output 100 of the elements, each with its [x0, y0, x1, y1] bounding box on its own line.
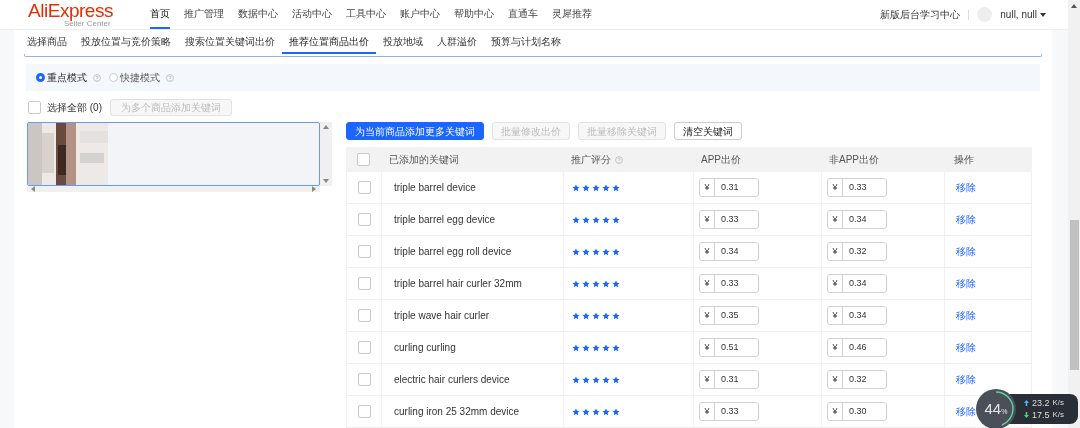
step-tab[interactable]: 人群溢价 [430, 30, 484, 54]
star-icon [582, 343, 590, 352]
checkbox[interactable] [357, 181, 371, 194]
nav-tab[interactable]: 灵犀推荐 [552, 0, 592, 29]
step-tab[interactable]: 预算与计划名称 [484, 30, 568, 54]
price-value: 0.33 [720, 404, 739, 418]
star-icon [612, 279, 620, 288]
price-field[interactable]: ¥ 0.34 [827, 210, 887, 229]
price-field[interactable]: ¥ 0.34 [827, 306, 887, 325]
help-icon [166, 73, 174, 82]
star-icon [592, 183, 600, 192]
remove-link[interactable]: 移除 [956, 340, 976, 355]
remove-link[interactable]: 移除 [956, 308, 976, 323]
logo-subtitle: Seller Center [64, 20, 111, 28]
price-field[interactable]: ¥ 0.51 [699, 338, 759, 357]
checkbox[interactable] [357, 341, 371, 354]
page-scrollbar[interactable] [1068, 0, 1080, 428]
scroll-up-icon[interactable] [323, 125, 329, 129]
nav-tab[interactable]: 帮助中心 [454, 0, 494, 29]
currency-label: ¥ [700, 403, 715, 420]
scroll-down-icon[interactable] [323, 179, 329, 183]
learning-center-link[interactable]: 新版后台学习中心 [880, 7, 961, 22]
checkbox[interactable] [357, 405, 371, 418]
nav-tab[interactable]: 活动中心 [292, 0, 332, 29]
price-field[interactable]: ¥ 0.35 [699, 306, 759, 325]
checkbox[interactable] [357, 213, 371, 226]
action-button[interactable]: 清空关键词 [674, 122, 742, 140]
checkbox[interactable] [357, 277, 371, 290]
mode-radio[interactable]: 重点模式 [36, 70, 101, 85]
star-icon [602, 279, 610, 288]
star-icon [612, 375, 620, 384]
price-field[interactable]: ¥ 0.30 [827, 402, 887, 421]
nav-tab[interactable]: 工具中心 [346, 0, 386, 29]
currency-label: ¥ [700, 275, 715, 292]
currency-label: ¥ [828, 371, 843, 388]
scroll-left-icon[interactable] [31, 186, 35, 192]
price-value: 0.31 [720, 372, 739, 386]
remove-link[interactable]: 移除 [956, 372, 976, 387]
scroll-up-icon[interactable] [1071, 4, 1077, 8]
star-icon [602, 311, 610, 320]
scrollbar[interactable] [320, 122, 332, 186]
horizontal-scrollbar[interactable] [27, 186, 320, 192]
price-field[interactable]: ¥ 0.33 [699, 210, 759, 229]
currency-label: ¥ [828, 243, 843, 260]
price-field[interactable]: ¥ 0.34 [699, 242, 759, 261]
currency-label: ¥ [700, 339, 715, 356]
keyword-cell-text: triple barrel device [394, 181, 476, 195]
nav-tab[interactable]: 数据中心 [238, 0, 278, 29]
product-card[interactable] [27, 122, 320, 186]
price-field[interactable]: ¥ 0.31 [699, 178, 759, 197]
remove-link[interactable]: 移除 [956, 180, 976, 195]
price-field[interactable]: ¥ 0.32 [827, 242, 887, 261]
remove-link[interactable]: 移除 [956, 276, 976, 291]
nav-tab[interactable]: 推广管理 [184, 0, 224, 29]
checkbox[interactable] [357, 245, 371, 258]
price-field[interactable]: ¥ 0.33 [699, 402, 759, 421]
step-tab[interactable]: 选择商品 [20, 30, 74, 54]
price-field[interactable]: ¥ 0.33 [699, 274, 759, 293]
checkbox[interactable] [357, 153, 370, 166]
star-icon [572, 375, 580, 384]
price-field[interactable]: ¥ 0.34 [827, 274, 887, 293]
remove-link[interactable]: 移除 [956, 244, 976, 259]
user-menu[interactable]: null, null [1000, 7, 1046, 22]
keyword-cell-text: triple barrel egg device [394, 213, 496, 227]
column-header: APP出价 [701, 154, 741, 165]
caret-icon [1040, 12, 1046, 17]
checkbox[interactable] [357, 309, 371, 322]
currency-label: ¥ [700, 243, 715, 260]
star-icon [572, 407, 580, 416]
checkbox[interactable] [357, 373, 371, 386]
step-tab[interactable]: 搜索位置关键词出价 [178, 30, 282, 54]
star-icon [612, 343, 620, 352]
price-field[interactable]: ¥ 0.33 [827, 178, 887, 197]
keyword-cell-text: curling curling [394, 341, 456, 355]
remove-link[interactable]: 移除 [956, 212, 976, 227]
scroll-right-icon[interactable] [312, 186, 316, 192]
action-button[interactable]: 为当前商品添加更多关键词 [346, 122, 484, 140]
currency-label: ¥ [828, 339, 843, 356]
remove-link[interactable]: 移除 [956, 404, 976, 419]
step-tab[interactable]: 推荐位置商品出价 [282, 30, 376, 54]
price-value: 0.31 [720, 180, 739, 194]
star-icon [612, 407, 620, 416]
step-tab[interactable]: 投放位置与竞价策略 [74, 30, 178, 54]
step-tab[interactable]: 投放地域 [376, 30, 430, 54]
price-field[interactable]: ¥ 0.46 [827, 338, 887, 357]
nav-tab[interactable]: 账户中心 [400, 0, 440, 29]
nav-tab[interactable]: 直通车 [508, 0, 538, 29]
price-value: 0.33 [720, 276, 739, 290]
checkbox[interactable] [28, 101, 41, 114]
price-value: 0.30 [848, 404, 867, 418]
star-icon [582, 183, 590, 192]
star-icon [602, 247, 610, 256]
price-field[interactable]: ¥ 0.31 [699, 370, 759, 389]
logo-text[interactable]: AliExpress [28, 1, 113, 20]
star-icon [602, 407, 610, 416]
mode-radio[interactable]: 快捷模式 [109, 70, 174, 85]
star-icon [572, 279, 580, 288]
speed-unit: K/s [1052, 397, 1065, 409]
price-field[interactable]: ¥ 0.32 [827, 370, 887, 389]
price-value: 0.32 [848, 372, 867, 386]
